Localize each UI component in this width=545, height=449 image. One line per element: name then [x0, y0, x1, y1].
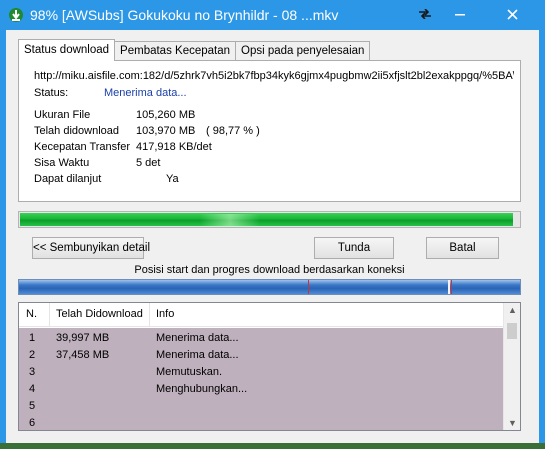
connection-marker	[308, 280, 309, 294]
hide-details-button[interactable]: << Sembunyikan detail	[32, 237, 150, 259]
file-size-label: Ukuran File	[34, 109, 91, 121]
download-url: http://miku.aisfile.com:182/d/5zhrk7vh5i…	[34, 70, 514, 82]
status-value: Menerima data...	[104, 87, 187, 99]
row-number: 5	[29, 400, 36, 412]
title-bar[interactable]: 98% [AWSubs] Gokukoku no Brynhildr - 08 …	[0, 0, 545, 30]
downloaded-value: 103,970 MB	[136, 125, 196, 137]
row-info: Menerima data...	[156, 332, 239, 344]
list-row[interactable]: 3 Memutuskan.	[19, 364, 505, 381]
tab-speed-limiter[interactable]: Pembatas Kecepatan	[114, 41, 237, 61]
resume-label: Dapat dilanjut	[34, 173, 102, 185]
column-divider[interactable]	[49, 303, 50, 327]
list-header: N. Telah Didownload Info	[19, 303, 505, 327]
dialog-client: Status download Pembatas Kecepatan Opsi …	[6, 30, 539, 443]
close-button[interactable]	[490, 0, 535, 28]
row-number: 4	[29, 383, 36, 395]
column-header-downloaded[interactable]: Telah Didownload	[56, 308, 143, 320]
connection-marker	[451, 280, 452, 294]
time-left-label: Sisa Waktu	[34, 157, 90, 169]
cancel-button[interactable]: Batal	[426, 237, 499, 259]
column-divider[interactable]	[149, 303, 150, 327]
time-left-value: 5 det	[136, 157, 161, 169]
row-info: Menerima data...	[156, 349, 239, 361]
tab-on-completion[interactable]: Opsi pada penyelesaian	[235, 41, 371, 61]
status-panel: http://miku.aisfile.com:182/d/5zhrk7vh5i…	[18, 60, 521, 202]
list-body: 1 39,997 MB Menerima data... 2 37,458 MB…	[19, 328, 505, 430]
row-number: 2	[29, 349, 36, 361]
progress-glow	[200, 214, 260, 227]
row-downloaded: 39,997 MB	[56, 332, 110, 344]
scroll-up-icon[interactable]: ▲	[504, 305, 520, 315]
row-number: 3	[29, 366, 36, 378]
arrows-icon[interactable]	[410, 0, 440, 28]
status-label: Status:	[34, 87, 69, 99]
list-row[interactable]: 4 Menghubungkan...	[19, 381, 505, 398]
minimize-button[interactable]	[440, 0, 480, 28]
tab-strip: Status download Pembatas Kecepatan Opsi …	[18, 39, 371, 61]
column-header-info[interactable]: Info	[156, 308, 174, 320]
desktop-background	[0, 443, 545, 449]
list-scrollbar[interactable]: ▲ ▼	[503, 303, 520, 430]
connection-marker	[448, 280, 450, 294]
row-number: 1	[29, 332, 36, 344]
connections-list[interactable]: N. Telah Didownload Info 1 39,997 MB Men…	[18, 302, 521, 431]
row-downloaded: 37,458 MB	[56, 349, 110, 361]
column-header-number[interactable]: N.	[26, 308, 37, 320]
row-number: 6	[29, 417, 36, 429]
idm-app-icon	[9, 8, 23, 22]
progress-fill	[20, 213, 513, 227]
scroll-down-icon[interactable]: ▼	[504, 418, 520, 428]
resume-value: Ya	[166, 173, 179, 185]
list-row[interactable]: 6	[19, 415, 505, 430]
download-progress-bar	[18, 211, 521, 228]
connections-caption: Posisi start dan progres download berdas…	[134, 264, 405, 276]
transfer-rate-value: 417,918 KB/det	[136, 141, 212, 153]
list-row[interactable]: 2 37,458 MB Menerima data...	[19, 347, 505, 364]
window-title: 98% [AWSubs] Gokukoku no Brynhildr - 08 …	[30, 7, 339, 23]
downloaded-label: Telah didownload	[34, 125, 120, 137]
list-row[interactable]: 5	[19, 398, 505, 415]
transfer-rate-label: Kecepatan Transfer	[34, 141, 131, 153]
row-info: Menghubungkan...	[156, 383, 248, 395]
tab-status-download[interactable]: Status download	[18, 39, 116, 61]
file-size-value: 105,260 MB	[136, 109, 196, 121]
list-row[interactable]: 1 39,997 MB Menerima data...	[19, 330, 505, 347]
scroll-thumb[interactable]	[507, 323, 517, 339]
row-info: Memutuskan.	[156, 366, 223, 378]
download-window: 98% [AWSubs] Gokukoku no Brynhildr - 08 …	[0, 0, 545, 449]
connections-bar	[18, 279, 521, 295]
downloaded-percent: ( 98,77 % )	[206, 125, 260, 137]
pause-button[interactable]: Tunda	[314, 237, 394, 259]
